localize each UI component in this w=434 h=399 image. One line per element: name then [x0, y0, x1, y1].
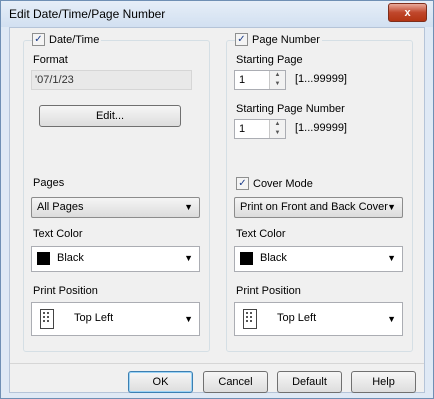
default-button[interactable]: Default — [277, 371, 342, 393]
print-position-value: Top Left — [277, 312, 317, 324]
spin-up-icon: ▲ — [274, 121, 281, 127]
pages-value: All Pages — [37, 201, 84, 213]
chevron-down-icon: ▼ — [184, 202, 193, 212]
check-icon: ✓ — [236, 177, 249, 190]
datetime-label: Date/Time — [49, 33, 100, 46]
close-icon: x — [404, 6, 411, 19]
starting-page-label: Starting Page — [236, 54, 303, 66]
help-button[interactable]: Help — [351, 371, 416, 393]
starting-page-spinner[interactable]: 1 ▲ ▼ — [234, 70, 286, 90]
print-position-select[interactable]: Top Left ▼ — [234, 302, 403, 336]
text-color-select[interactable]: Black ▼ — [31, 246, 200, 272]
cover-mode-select[interactable]: Print on Front and Back Cover ▼ — [234, 197, 403, 218]
starting-page-number-spinner[interactable]: 1 ▲ ▼ — [234, 119, 286, 139]
cover-mode-value: Print on Front and Back Cover — [240, 201, 388, 213]
page-number-label: Page Number — [252, 33, 320, 46]
cancel-button[interactable]: Cancel — [203, 371, 268, 393]
print-position-label: Print Position — [236, 285, 301, 297]
text-color-value: Black — [57, 252, 84, 264]
ok-button-label: OK — [152, 376, 169, 388]
starting-page-number-range: [1...99999] — [295, 122, 347, 134]
cover-mode-label: Cover Mode — [253, 177, 313, 190]
spin-down-icon: ▼ — [274, 130, 281, 136]
chevron-down-icon: ▼ — [387, 253, 396, 263]
page-number-checkbox[interactable]: ✓ Page Number — [235, 33, 322, 46]
starting-page-value: 1 — [239, 74, 246, 86]
divider — [10, 363, 424, 364]
spinner-arrows-icon[interactable]: ▲ ▼ — [269, 120, 285, 138]
help-button-label: Help — [372, 376, 395, 388]
dialog-window: Edit Date/Time/Page Number x ✓ Date/Time… — [0, 0, 434, 399]
page-position-icon — [40, 309, 54, 329]
check-icon: ✓ — [235, 33, 248, 46]
chevron-down-icon: ▼ — [387, 202, 396, 212]
chevron-down-icon: ▼ — [387, 314, 396, 324]
print-position-select[interactable]: Top Left ▼ — [31, 302, 200, 336]
format-label: Format — [33, 54, 68, 66]
close-button[interactable]: x — [388, 3, 427, 22]
datetime-group: ✓ Date/Time Format '07/1/23 Edit... Page… — [23, 33, 210, 352]
cover-mode-checkbox[interactable]: ✓ Cover Mode — [236, 177, 315, 190]
color-swatch — [240, 252, 253, 265]
spinner-arrows-icon[interactable]: ▲ ▼ — [269, 71, 285, 89]
ok-button[interactable]: OK — [128, 371, 193, 393]
text-color-select[interactable]: Black ▼ — [234, 246, 403, 272]
dialog-body: ✓ Date/Time Format '07/1/23 Edit... Page… — [9, 27, 425, 393]
starting-page-number-label: Starting Page Number — [236, 103, 345, 115]
color-swatch — [37, 252, 50, 265]
dialog-title: Edit Date/Time/Page Number — [9, 7, 166, 21]
pages-select[interactable]: All Pages ▼ — [31, 197, 200, 218]
format-value: '07/1/23 — [35, 74, 74, 86]
starting-page-number-value: 1 — [239, 123, 246, 135]
text-color-value: Black — [260, 252, 287, 264]
spin-up-icon: ▲ — [274, 72, 281, 78]
edit-button-label: Edit... — [95, 110, 125, 122]
print-position-label: Print Position — [33, 285, 98, 297]
text-color-label: Text Color — [33, 228, 83, 240]
pages-label: Pages — [33, 177, 65, 189]
text-color-label: Text Color — [236, 228, 286, 240]
page-number-group: ✓ Page Number Starting Page 1 ▲ ▼ [1...9… — [226, 33, 413, 352]
format-value-field: '07/1/23 — [31, 70, 192, 90]
edit-button[interactable]: Edit... — [39, 105, 181, 127]
chevron-down-icon: ▼ — [184, 253, 193, 263]
title-bar[interactable]: Edit Date/Time/Page Number x — [1, 1, 433, 27]
check-icon: ✓ — [32, 33, 45, 46]
page-position-icon — [243, 309, 257, 329]
print-position-value: Top Left — [74, 312, 114, 324]
cancel-button-label: Cancel — [218, 376, 253, 388]
datetime-checkbox[interactable]: ✓ Date/Time — [32, 33, 102, 46]
starting-page-range: [1...99999] — [295, 73, 347, 85]
default-button-label: Default — [292, 376, 327, 388]
chevron-down-icon: ▼ — [184, 314, 193, 324]
spin-down-icon: ▼ — [274, 81, 281, 87]
